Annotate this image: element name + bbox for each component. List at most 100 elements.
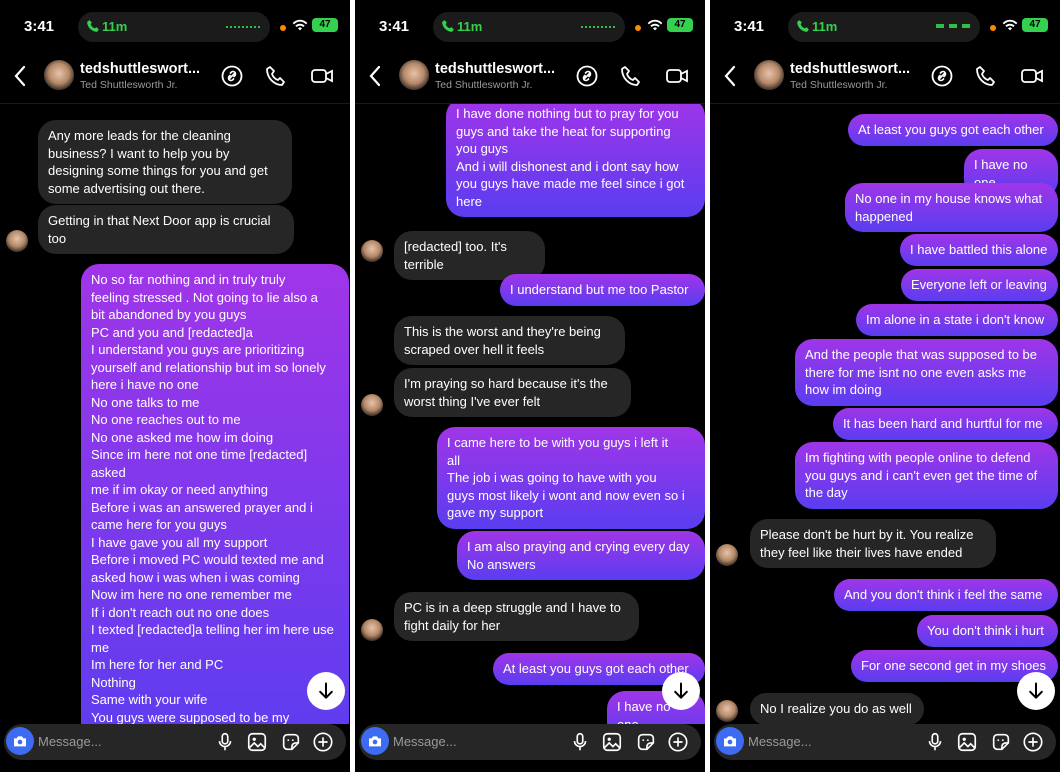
sender-avatar[interactable] [716, 544, 738, 566]
outgoing-message[interactable]: I have done nothing but to pray for you g… [446, 104, 705, 217]
incoming-message[interactable]: No I realize you do as well [750, 693, 924, 724]
incoming-message[interactable]: I'm praying so hard because it's the wors… [394, 368, 631, 417]
incoming-message[interactable]: PC is in a deep struggle and I have to fi… [394, 592, 639, 641]
call-duration: 11m [102, 19, 128, 34]
message-composer: Message... [4, 724, 346, 760]
scroll-to-bottom-button[interactable] [662, 672, 700, 710]
gallery-icon[interactable] [601, 731, 623, 753]
contact-username[interactable]: tedshuttleswort... [435, 61, 555, 77]
sender-avatar[interactable] [6, 230, 28, 252]
message-input[interactable]: Message... [393, 734, 457, 749]
outgoing-message[interactable]: No one in my house knows what happened [845, 183, 1058, 232]
incoming-message[interactable]: Any more leads for the cleaning business?… [38, 120, 292, 204]
phone-call-icon [797, 20, 809, 32]
call-pill[interactable]: 11m [788, 12, 980, 42]
battery-indicator: 47 [312, 18, 338, 32]
link-icon[interactable] [220, 64, 244, 88]
contact-avatar[interactable] [754, 60, 784, 90]
message-line: I came here to be with you guys i left i… [447, 435, 669, 450]
message-line: No one asked me how im doing [91, 429, 274, 445]
outgoing-message[interactable]: I am also praying and crying every day No… [457, 531, 705, 580]
outgoing-message[interactable]: Im fighting with people online to defend… [795, 442, 1058, 509]
sticker-icon[interactable] [635, 731, 657, 753]
link-icon[interactable] [930, 64, 954, 88]
contact-username[interactable]: tedshuttleswort... [80, 61, 200, 77]
back-arrow-icon[interactable] [367, 64, 383, 88]
sender-avatar[interactable] [361, 394, 383, 416]
status-time: 3:41 [24, 18, 55, 35]
message-line: asked how i was when i was coming [91, 569, 300, 585]
outgoing-message[interactable]: And the people that was supposed to be th… [795, 339, 1058, 406]
outgoing-message[interactable]: It has been hard and hurtful for me [833, 408, 1058, 440]
message-line: I am also praying and crying every day [467, 539, 690, 554]
incoming-message[interactable]: Getting in that Next Door app is crucial… [38, 205, 294, 254]
message-line: For one second get in my shoes [861, 658, 1046, 673]
message-line: This is the worst and they're being [404, 324, 601, 339]
status-bar: 3:41 11m 47 [0, 0, 350, 52]
incoming-message[interactable]: [redacted] too. It's terrible [394, 231, 545, 280]
outgoing-message[interactable]: No so far nothing and in truly truly feel… [81, 264, 349, 724]
outgoing-message[interactable]: And you don't think i feel the same [834, 579, 1058, 611]
video-call-icon[interactable] [310, 64, 334, 88]
message-line: bit abandoned by you guys [91, 307, 247, 322]
message-line: the day [805, 485, 848, 500]
call-pill[interactable]: 11m [433, 12, 625, 42]
sender-avatar[interactable] [361, 240, 383, 262]
camera-button[interactable] [6, 727, 34, 755]
message-list[interactable]: I have done nothing but to pray for you g… [355, 104, 705, 724]
phone-icon[interactable] [974, 64, 998, 88]
message-list[interactable]: Any more leads for the cleaning business?… [0, 104, 350, 724]
add-icon[interactable] [1022, 731, 1044, 753]
sticker-icon[interactable] [990, 731, 1012, 753]
call-pill[interactable]: 11m [78, 12, 270, 42]
message-line: I texted [redacted]a telling her im here… [91, 622, 334, 655]
outgoing-message[interactable]: You don't think i hurt [917, 615, 1058, 647]
message-line: I understand but me too Pastor [510, 282, 689, 297]
add-icon[interactable] [667, 731, 689, 753]
sticker-icon[interactable] [280, 731, 302, 753]
camera-button[interactable] [361, 727, 389, 755]
arrow-down-icon [319, 682, 333, 699]
incoming-message[interactable]: This is the worst and they're being scrap… [394, 316, 625, 365]
call-duration: 11m [457, 19, 483, 34]
phone-icon[interactable] [619, 64, 643, 88]
gallery-icon[interactable] [956, 731, 978, 753]
message-input[interactable]: Message... [748, 734, 812, 749]
microphone-icon[interactable] [569, 731, 591, 753]
mic-indicator-dot [635, 25, 641, 31]
contact-avatar[interactable] [44, 60, 74, 90]
scroll-to-bottom-button[interactable] [1017, 672, 1055, 710]
phone-icon[interactable] [264, 64, 288, 88]
microphone-icon[interactable] [214, 731, 236, 753]
sender-avatar[interactable] [361, 619, 383, 641]
outgoing-message[interactable]: I understand but me too Pastor [500, 274, 705, 306]
outgoing-message[interactable]: Everyone left or leaving [901, 269, 1058, 301]
contact-avatar[interactable] [399, 60, 429, 90]
message-line: how im doing [805, 382, 882, 397]
incoming-message[interactable]: Please don't be hurt by it. You realize t… [750, 519, 996, 568]
video-call-icon[interactable] [665, 64, 689, 88]
message-line: came here for you guys [91, 517, 227, 532]
link-icon[interactable] [575, 64, 599, 88]
outgoing-message[interactable]: I came here to be with you guys i left i… [437, 427, 705, 529]
status-bar: 3:41 11m 47 [710, 0, 1060, 52]
back-arrow-icon[interactable] [12, 64, 28, 88]
camera-icon [724, 736, 736, 747]
contact-username[interactable]: tedshuttleswort... [790, 61, 910, 77]
status-bar: 3:41 11m 47 [355, 0, 705, 52]
microphone-icon[interactable] [924, 731, 946, 753]
gallery-icon[interactable] [246, 731, 268, 753]
outgoing-message[interactable]: I have battled this alone [900, 234, 1058, 266]
add-icon[interactable] [312, 731, 334, 753]
outgoing-message[interactable]: Im alone in a state i don't know [856, 304, 1058, 336]
scroll-to-bottom-button[interactable] [307, 672, 345, 710]
message-input[interactable]: Message... [38, 734, 102, 749]
video-call-icon[interactable] [1020, 64, 1044, 88]
sender-avatar[interactable] [716, 700, 738, 722]
message-line: Getting in that Next Door app is crucial [48, 213, 271, 228]
message-list[interactable]: At least you guys got each other I have n… [710, 104, 1060, 724]
outgoing-message[interactable]: At least you guys got each other [848, 114, 1058, 146]
message-line: Before i was an answered prayer and i [91, 499, 313, 515]
back-arrow-icon[interactable] [722, 64, 738, 88]
camera-button[interactable] [716, 727, 744, 755]
